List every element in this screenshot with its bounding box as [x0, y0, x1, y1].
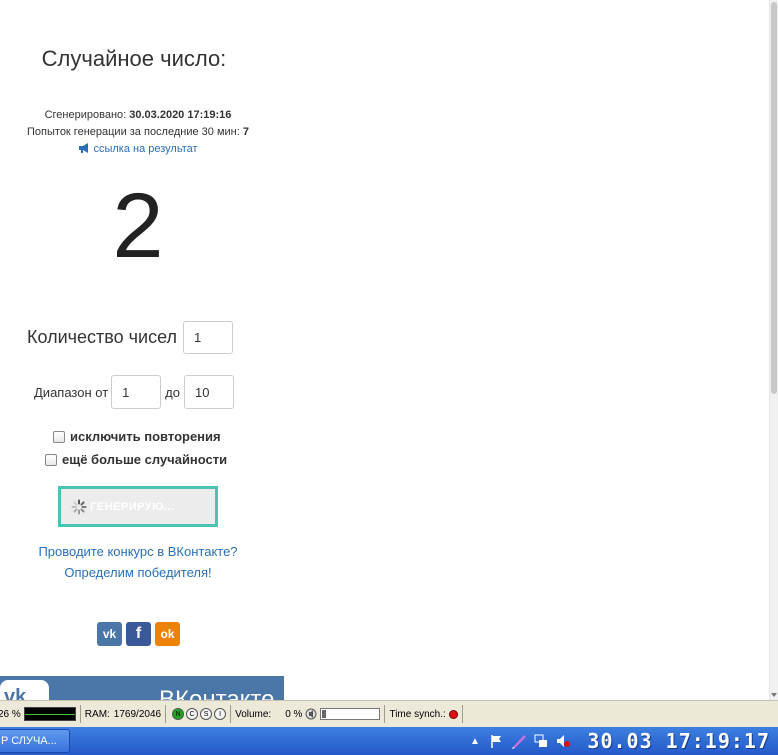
- result-link-text[interactable]: ссылка на результат: [93, 143, 197, 155]
- time-synch-label: Time synch.:: [389, 708, 446, 720]
- exclude-repeats-checkbox[interactable]: исключить повторения: [53, 429, 221, 444]
- checkbox-box[interactable]: [53, 430, 65, 443]
- more-random-label[interactable]: ещё больше случайности: [62, 452, 227, 467]
- volume-value: 0 %: [285, 708, 303, 720]
- volume-slider[interactable]: [320, 708, 381, 720]
- megaphone-icon: [79, 143, 89, 153]
- scroll-down-arrow-icon[interactable]: [771, 693, 777, 697]
- taskbar-window-button[interactable]: P СЛУЧА...: [0, 729, 70, 753]
- page-title: Случайное число:: [41, 46, 227, 71]
- vertical-scrollbar[interactable]: [769, 0, 778, 700]
- vk-contest-link[interactable]: Проводите конкурс в ВКонтакте?: [0, 544, 276, 559]
- odnoklassniki-icon: ok: [160, 627, 175, 641]
- generate-button[interactable]: ГЕНЕРИРУЮ...: [58, 486, 218, 527]
- generated-label: Сгенерировано:: [44, 109, 127, 121]
- windows-taskbar: P СЛУЧА... ▲ 30.03 17:19:17: [0, 727, 778, 755]
- exclude-repeats-label[interactable]: исключить повторения: [70, 429, 221, 444]
- count-label: Количество чисел: [27, 327, 178, 347]
- vk-winner-link[interactable]: Определим победителя!: [0, 565, 276, 580]
- generated-timestamp: Сгенерировано: 30.03.2020 17:19:16: [0, 109, 276, 121]
- range-from-label: Диапазон от: [34, 384, 109, 400]
- system-monitor-toolbar: 26 % RAM: 1769/2046 N C S I Volume: 0 % …: [0, 700, 778, 727]
- checkbox-box[interactable]: [45, 453, 57, 466]
- range-from-input[interactable]: [111, 375, 162, 409]
- pen-icon[interactable]: [511, 733, 527, 749]
- caps-lock-indicator: C: [186, 708, 199, 720]
- action-center-flag-icon[interactable]: [489, 733, 505, 749]
- vk-banner[interactable]: vk ВКонтакте: [0, 676, 284, 700]
- generation-attempts: Попыток генерации за последние 30 мин: 7: [0, 126, 276, 138]
- count-input[interactable]: [183, 321, 234, 354]
- more-random-checkbox[interactable]: ещё больше случайности: [45, 452, 227, 467]
- random-number-result: 2: [112, 175, 164, 277]
- cpu-graph: [23, 707, 76, 721]
- range-row: Диапазон от до: [34, 375, 234, 409]
- vk-logo-icon: vk: [0, 680, 49, 700]
- vk-banner-text: ВКонтакте: [159, 686, 275, 700]
- attempts-label: Попыток генерации за последние 30 мин:: [27, 126, 240, 138]
- vk-logo-text: vk: [4, 686, 27, 700]
- generate-button-label[interactable]: ГЕНЕРИРУЮ...: [90, 501, 175, 513]
- share-buttons: vk f ok: [97, 622, 180, 646]
- share-facebook-button[interactable]: f: [126, 622, 151, 646]
- cpu-percent: 26 %: [0, 708, 21, 720]
- count-row: Количество чисел: [27, 321, 234, 354]
- scrollbar-thumb[interactable]: [771, 2, 777, 394]
- result-link[interactable]: ссылка на результат: [0, 143, 276, 155]
- share-odnoklassniki-button[interactable]: ok: [155, 622, 180, 646]
- speaker-icon[interactable]: [305, 708, 317, 720]
- facebook-icon: f: [135, 625, 142, 642]
- ram-label: RAM:: [84, 708, 110, 720]
- volume-label: Volume:: [235, 708, 272, 720]
- attempts-value: 7: [242, 126, 249, 138]
- taskbar-clock[interactable]: 30.03 17:19:17: [587, 729, 770, 753]
- insert-indicator: I: [214, 708, 227, 720]
- network-icon[interactable]: [533, 733, 549, 749]
- share-vk-button[interactable]: vk: [97, 622, 122, 646]
- num-lock-indicator: N: [172, 708, 185, 720]
- range-to-label: до: [165, 384, 180, 400]
- show-hidden-icons-icon[interactable]: ▲: [467, 733, 483, 749]
- range-to-input[interactable]: [183, 375, 234, 409]
- system-tray: ▲: [467, 727, 571, 755]
- generated-value: 30.03.2020 17:19:16: [129, 109, 232, 121]
- web-page: Случайное число: Сгенерировано: 30.03.20…: [0, 0, 778, 700]
- scroll-lock-indicator: S: [200, 708, 213, 720]
- volume-muted-icon[interactable]: [555, 733, 571, 749]
- ram-value: 1769/2046: [113, 708, 162, 720]
- spinner-icon: [71, 499, 87, 514]
- time-synch-status-icon: [448, 709, 458, 719]
- vk-icon: vk: [102, 627, 117, 641]
